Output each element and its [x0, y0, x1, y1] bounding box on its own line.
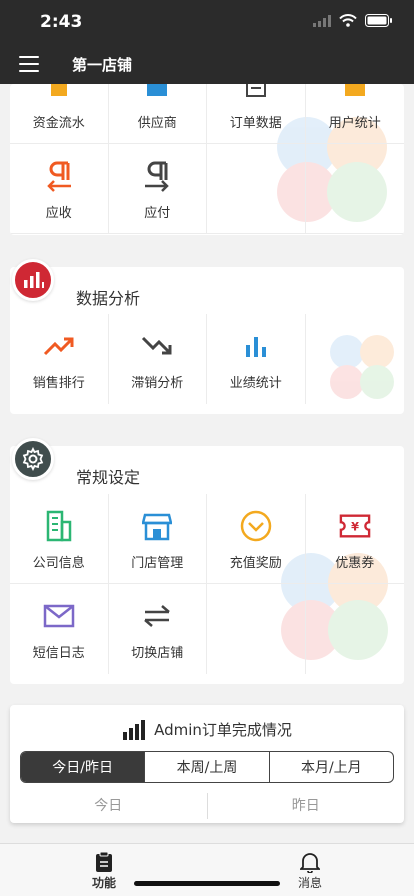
- compare-current: 今日: [10, 793, 208, 819]
- grid-item-label: 应收: [45, 206, 72, 221]
- grid-item-label: 销售排行: [32, 376, 85, 391]
- grid-item-store-manage[interactable]: 门店管理: [108, 494, 207, 584]
- grid-item-label: 供应商: [137, 116, 177, 131]
- order-status-title: Admin订单完成情况: [154, 721, 292, 739]
- svg-text:¥: ¥: [351, 521, 359, 534]
- analysis-badge: [12, 259, 54, 301]
- building-icon: [43, 510, 75, 542]
- grid-item-performance[interactable]: 业绩统计: [207, 314, 306, 404]
- trending-up-icon: [43, 330, 75, 362]
- tab-messages[interactable]: 消息: [280, 850, 340, 891]
- grid-item-label: 资金流水: [32, 116, 85, 131]
- bar-chart-icon: [240, 330, 272, 362]
- user-stats-icon: [339, 84, 371, 102]
- grid-empty: [207, 144, 306, 234]
- grid-item-coupon[interactable]: ¥ 优惠券: [305, 494, 404, 584]
- grid-item-user-stats[interactable]: 用户统计: [305, 84, 404, 144]
- status-bar: 2:43: [0, 0, 414, 44]
- grid-item-label: 优惠券: [335, 556, 375, 571]
- grid-item-label: 订单数据: [229, 116, 282, 131]
- order-data-icon: [240, 84, 272, 102]
- order-status-header: Admin订单完成情况: [10, 719, 404, 740]
- grid-empty: [207, 584, 306, 674]
- battery-icon: [365, 14, 392, 27]
- tab-label: 消息: [297, 876, 322, 890]
- section-title: 数据分析: [76, 289, 141, 308]
- cashflow-icon: [43, 84, 75, 102]
- gear-icon: [22, 447, 44, 471]
- status-icons: [313, 14, 392, 27]
- grid-empty: [306, 314, 405, 404]
- settings-badge: [12, 438, 54, 480]
- supplier-icon: [141, 84, 173, 102]
- grid-item-switch-store[interactable]: 切换店铺: [109, 584, 207, 674]
- grid-item-cashflow[interactable]: 资金流水: [10, 84, 109, 144]
- finance-card: 资金流水 供应商 订单数据 用户统计 应收 应付: [10, 84, 404, 235]
- segment-week[interactable]: 本周/上周: [145, 752, 270, 782]
- segment-today[interactable]: 今日/昨日: [21, 752, 146, 782]
- grid-item-order-data[interactable]: 订单数据: [207, 84, 306, 144]
- grid-item-label: 门店管理: [131, 556, 184, 571]
- grid-item-label: 用户统计: [328, 116, 381, 131]
- order-status-card: Admin订单完成情况 今日/昨日 本周/上周 本月/上月 今日 昨日: [10, 705, 404, 823]
- finance-grid: 资金流水 供应商 订单数据 用户统计 应收 应付: [10, 84, 404, 234]
- chart-badge-icon: [24, 272, 44, 288]
- tab-bar: 功能 消息: [0, 843, 414, 896]
- home-indicator: [134, 881, 280, 886]
- segment-month[interactable]: 本月/上月: [270, 752, 393, 782]
- grid-item-label: 公司信息: [32, 556, 85, 571]
- wifi-icon: [339, 14, 357, 27]
- swap-icon: [141, 600, 173, 632]
- analysis-grid: 销售排行 滞销分析 业绩统计: [10, 314, 404, 404]
- grid-item-sms-log[interactable]: 短信日志: [10, 584, 109, 674]
- mail-icon: [43, 600, 75, 632]
- tab-label: 功能: [91, 876, 116, 890]
- receivable-icon: [43, 160, 75, 192]
- grid-item-payable[interactable]: 应付: [108, 144, 207, 234]
- grid-item-supplier[interactable]: 供应商: [108, 84, 207, 144]
- grid-item-sales-rank[interactable]: 销售排行: [10, 314, 109, 404]
- coupon-icon: ¥: [339, 510, 371, 542]
- settings-card: 常规设定 公司信息 门店管理 充值奖励 ¥ 优惠券 短信日志 切换店铺: [10, 446, 404, 684]
- signal-icon: [313, 14, 331, 27]
- period-segment: 今日/昨日 本周/上周 本月/上月: [20, 751, 394, 783]
- grid-item-label: 应付: [144, 206, 171, 221]
- grid-item-receivable[interactable]: 应收: [10, 144, 109, 234]
- store-icon: [141, 510, 173, 542]
- page-title: 第一店铺: [72, 56, 133, 74]
- grid-item-label: 短信日志: [32, 646, 85, 661]
- clipboard-icon: [96, 851, 112, 872]
- compare-previous: 昨日: [291, 798, 320, 814]
- chevron-circle-icon: [240, 510, 272, 542]
- section-title: 常规设定: [76, 468, 141, 487]
- analysis-card: 数据分析 销售排行 滞销分析 业绩统计: [10, 267, 404, 414]
- grid-item-recharge-reward[interactable]: 充值奖励: [207, 494, 306, 584]
- grid-empty: [305, 144, 404, 234]
- nav-bar: 第一店铺: [0, 44, 414, 84]
- bell-icon: [300, 853, 320, 873]
- grid-item-label: 切换店铺: [131, 646, 184, 661]
- grid-item-label: 充值奖励: [229, 556, 282, 571]
- status-time: 2:43: [40, 12, 83, 32]
- menu-icon[interactable]: [19, 56, 39, 72]
- payable-icon: [141, 160, 173, 192]
- grid-item-company-info[interactable]: 公司信息: [10, 494, 109, 584]
- compare-row: 今日 昨日: [10, 793, 404, 819]
- grid-item-label: 滞销分析: [131, 376, 184, 391]
- trending-down-icon: [141, 330, 173, 362]
- grid-item-label: 业绩统计: [229, 376, 282, 391]
- grid-item-slow-sale[interactable]: 滞销分析: [109, 314, 207, 404]
- bar-chart-icon: [123, 719, 146, 740]
- settings-grid: 公司信息 门店管理 充值奖励 ¥ 优惠券 短信日志 切换店铺: [10, 494, 404, 674]
- tab-functions[interactable]: 功能: [74, 850, 134, 891]
- grid-empty: [306, 584, 405, 674]
